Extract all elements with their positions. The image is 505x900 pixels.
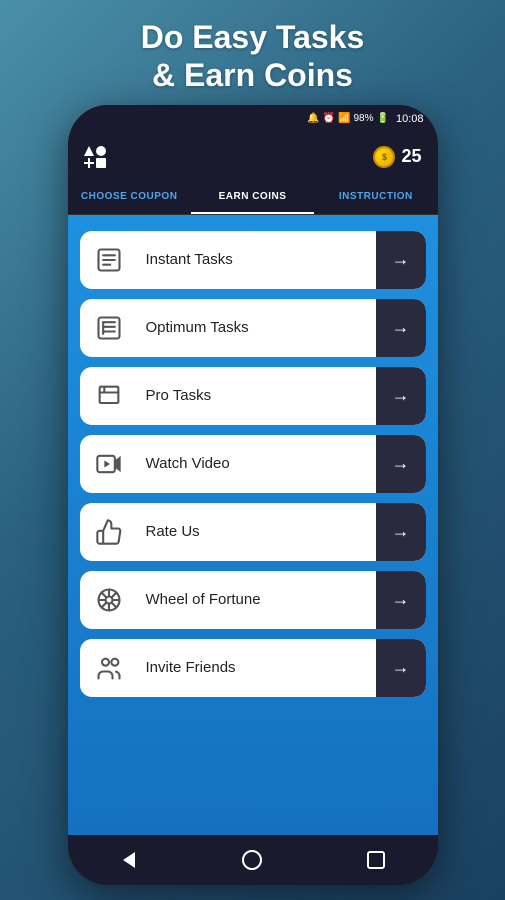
- arrow-icon: →: [392, 589, 410, 610]
- arrow-icon: →: [392, 453, 410, 474]
- battery-text: 98%: [354, 113, 374, 124]
- nav-bar: [68, 835, 438, 885]
- layers-icon: [95, 382, 123, 410]
- arrow-icon: →: [392, 317, 410, 338]
- arrow-icon: →: [392, 657, 410, 678]
- home-button[interactable]: [232, 840, 272, 880]
- thumbsup-icon: [95, 518, 123, 546]
- arrow-icon: →: [392, 521, 410, 542]
- optimum-tasks-arrow-btn[interactable]: →: [376, 299, 426, 357]
- coin-area: $ 25: [373, 146, 421, 168]
- task-row-invite-friends[interactable]: Invite Friends →: [80, 639, 426, 697]
- coin-icon: $: [373, 146, 395, 168]
- wheel-of-fortune-label: Wheel of Fortune: [146, 591, 368, 608]
- back-button[interactable]: [109, 840, 149, 880]
- battery-icon: 🔋: [377, 113, 389, 124]
- list-icon: [95, 246, 123, 274]
- back-icon: [123, 852, 135, 868]
- invite-friends-arrow-btn[interactable]: →: [376, 639, 426, 697]
- task-row-pro-tasks[interactable]: Pro Tasks →: [80, 367, 426, 425]
- recents-button[interactable]: [356, 840, 396, 880]
- tabs-row: CHOOSE COUPON EARN COINS INSTRUCTION: [68, 181, 438, 215]
- tab-choose-coupon[interactable]: CHOOSE COUPON: [68, 181, 191, 214]
- instant-tasks-arrow-btn[interactable]: →: [376, 231, 426, 289]
- coin-count: 25: [401, 146, 421, 167]
- pro-tasks-icon-area: [80, 367, 138, 425]
- arrow-icon: →: [392, 249, 410, 270]
- optimum-tasks-icon-area: [80, 299, 138, 357]
- rate-us-icon-area: [80, 503, 138, 561]
- friends-icon: [95, 654, 123, 682]
- recents-icon: [367, 851, 385, 869]
- task-row-rate-us[interactable]: Rate Us →: [80, 503, 426, 561]
- header-section: Do Easy Tasks & Earn Coins: [121, 0, 385, 105]
- phone-frame: 🔔 ⏰ 📶 98% 🔋 10:08 $ 25 CHOOSE COUPON: [68, 105, 438, 885]
- bell-icon: 🔔: [307, 113, 319, 124]
- invite-friends-icon-area: [80, 639, 138, 697]
- content-area: Instant Tasks → Optimum Tasks →: [68, 215, 438, 835]
- watch-video-icon-area: [80, 435, 138, 493]
- invite-friends-label: Invite Friends: [146, 659, 368, 676]
- rate-us-label: Rate Us: [146, 523, 368, 540]
- time-display: 10:08: [396, 113, 424, 125]
- instant-tasks-icon-area: [80, 231, 138, 289]
- instant-tasks-label: Instant Tasks: [146, 251, 368, 268]
- tab-instruction[interactable]: INSTRUCTION: [314, 181, 437, 214]
- grid-icon: [95, 314, 123, 342]
- wheel-icon: [95, 586, 123, 614]
- task-row-instant-tasks[interactable]: Instant Tasks →: [80, 231, 426, 289]
- pro-tasks-label: Pro Tasks: [146, 387, 368, 404]
- arrow-icon: →: [392, 385, 410, 406]
- task-row-optimum-tasks[interactable]: Optimum Tasks →: [80, 299, 426, 357]
- header-line1: Do Easy Tasks: [141, 19, 365, 55]
- alarm-icon: ⏰: [323, 113, 335, 124]
- app-header: $ 25: [68, 133, 438, 181]
- rate-us-arrow-btn[interactable]: →: [376, 503, 426, 561]
- logo: [84, 146, 106, 168]
- optimum-tasks-label: Optimum Tasks: [146, 319, 368, 336]
- wheel-of-fortune-icon-area: [80, 571, 138, 629]
- home-icon: [242, 850, 262, 870]
- video-icon: [95, 450, 123, 478]
- status-bar: 🔔 ⏰ 📶 98% 🔋 10:08: [68, 105, 438, 133]
- tab-earn-coins[interactable]: EARN COINS: [191, 181, 314, 214]
- signal-icon: 📶: [338, 113, 350, 124]
- pro-tasks-arrow-btn[interactable]: →: [376, 367, 426, 425]
- watch-video-arrow-btn[interactable]: →: [376, 435, 426, 493]
- task-row-wheel-of-fortune[interactable]: Wheel of Fortune →: [80, 571, 426, 629]
- watch-video-label: Watch Video: [146, 455, 368, 472]
- header-line2: & Earn Coins: [152, 57, 353, 93]
- task-row-watch-video[interactable]: Watch Video →: [80, 435, 426, 493]
- wheel-of-fortune-arrow-btn[interactable]: →: [376, 571, 426, 629]
